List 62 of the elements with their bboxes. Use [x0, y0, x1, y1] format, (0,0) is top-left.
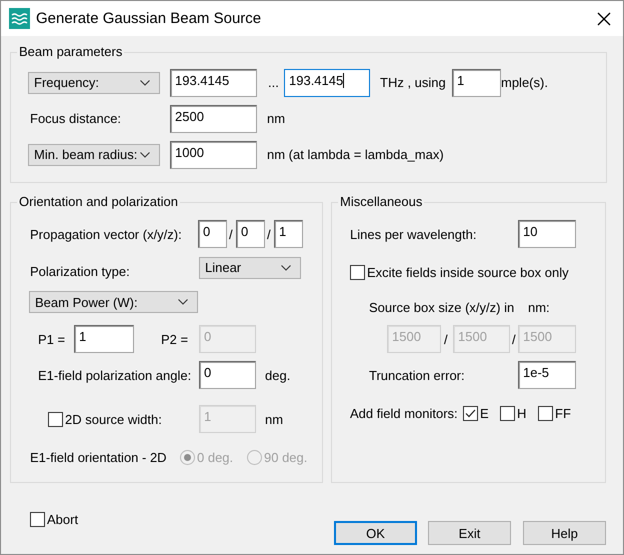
chevron-icon [140, 152, 150, 158]
checkbox-label[interactable]: Abort [47, 512, 78, 527]
dialog-button[interactable]: Exit [428, 521, 511, 545]
checkbox[interactable] [538, 406, 553, 420]
group-title: Beam parameters [17, 44, 124, 60]
input-field[interactable]: 1 [274, 220, 303, 248]
field-label: deg. [265, 368, 290, 382]
field-label: nm [267, 111, 286, 126]
separator-text: / [444, 332, 448, 346]
checkbox-label[interactable]: H [517, 406, 526, 420]
field-label: E1-field polarization angle: [38, 368, 192, 382]
checkbox[interactable] [500, 406, 515, 420]
field-label: Add field monitors: [350, 406, 458, 420]
field-label: P2 = [161, 332, 188, 346]
dropdown[interactable]: Linear [199, 256, 301, 278]
field-label: nm [265, 412, 284, 426]
separator-text: / [512, 332, 516, 346]
checkbox-label[interactable]: E [480, 406, 489, 420]
input-field[interactable]: 0 [198, 220, 227, 248]
dialog-button[interactable]: Help [523, 521, 606, 545]
checkbox-label[interactable]: Excite fields inside source box only [367, 264, 569, 280]
field-label: Truncation error: [369, 368, 465, 382]
input-field[interactable]: 193.4145 [284, 68, 370, 96]
checkbox[interactable] [463, 406, 478, 420]
checkbox[interactable] [350, 264, 365, 280]
field-label: P1 = [38, 332, 66, 346]
ellipsis-text: ... [268, 75, 279, 90]
dropdown[interactable]: Beam Power (W): [29, 291, 198, 313]
field-label: Source box size (x/y/z) in [369, 300, 514, 314]
field-label: nm: [528, 300, 550, 314]
field-label: Focus distance: [30, 111, 122, 126]
dropdown[interactable]: Frequency: [28, 72, 160, 94]
input-field[interactable]: 1e-5 [518, 361, 576, 389]
checkbox-label[interactable]: FF [555, 406, 571, 420]
wave-logo-icon [9, 8, 30, 29]
field-label: Polarization type: [30, 264, 130, 279]
dropdown[interactable]: Min. beam radius: [28, 144, 160, 166]
window-title: Generate Gaussian Beam Source [36, 10, 262, 27]
checkbox[interactable] [30, 512, 45, 527]
field-label: E1-field orientation - 2D [30, 450, 167, 464]
chevron-icon [281, 264, 291, 270]
input-field[interactable]: 193.4145 [170, 68, 257, 96]
field-label: mple(s). [501, 75, 548, 90]
group-title: Orientation and polarization [17, 194, 180, 210]
input-field[interactable]: 0 [199, 361, 256, 389]
input-field[interactable]: 0 [236, 220, 265, 248]
input-field[interactable]: 10 [518, 220, 576, 248]
input-field[interactable]: 1000 [170, 140, 257, 168]
close-icon[interactable] [597, 12, 611, 26]
chevron-icon [178, 299, 188, 305]
input-field[interactable]: 1 [452, 68, 501, 96]
dialog-button[interactable]: OK [334, 521, 417, 545]
input-field[interactable]: 2500 [170, 104, 257, 132]
field-label: Lines per wavelength: [350, 226, 476, 242]
field-label: THz , using [380, 75, 446, 90]
field-label: Propagation vector (x/y/z): [30, 226, 182, 242]
check-icon [465, 408, 476, 418]
chevron-icon [140, 80, 150, 86]
field-label: nm (at lambda = lambda_max) [267, 147, 444, 162]
input-field[interactable]: 1 [74, 325, 134, 353]
separator-text: / [229, 226, 233, 242]
separator-text: / [267, 226, 271, 242]
